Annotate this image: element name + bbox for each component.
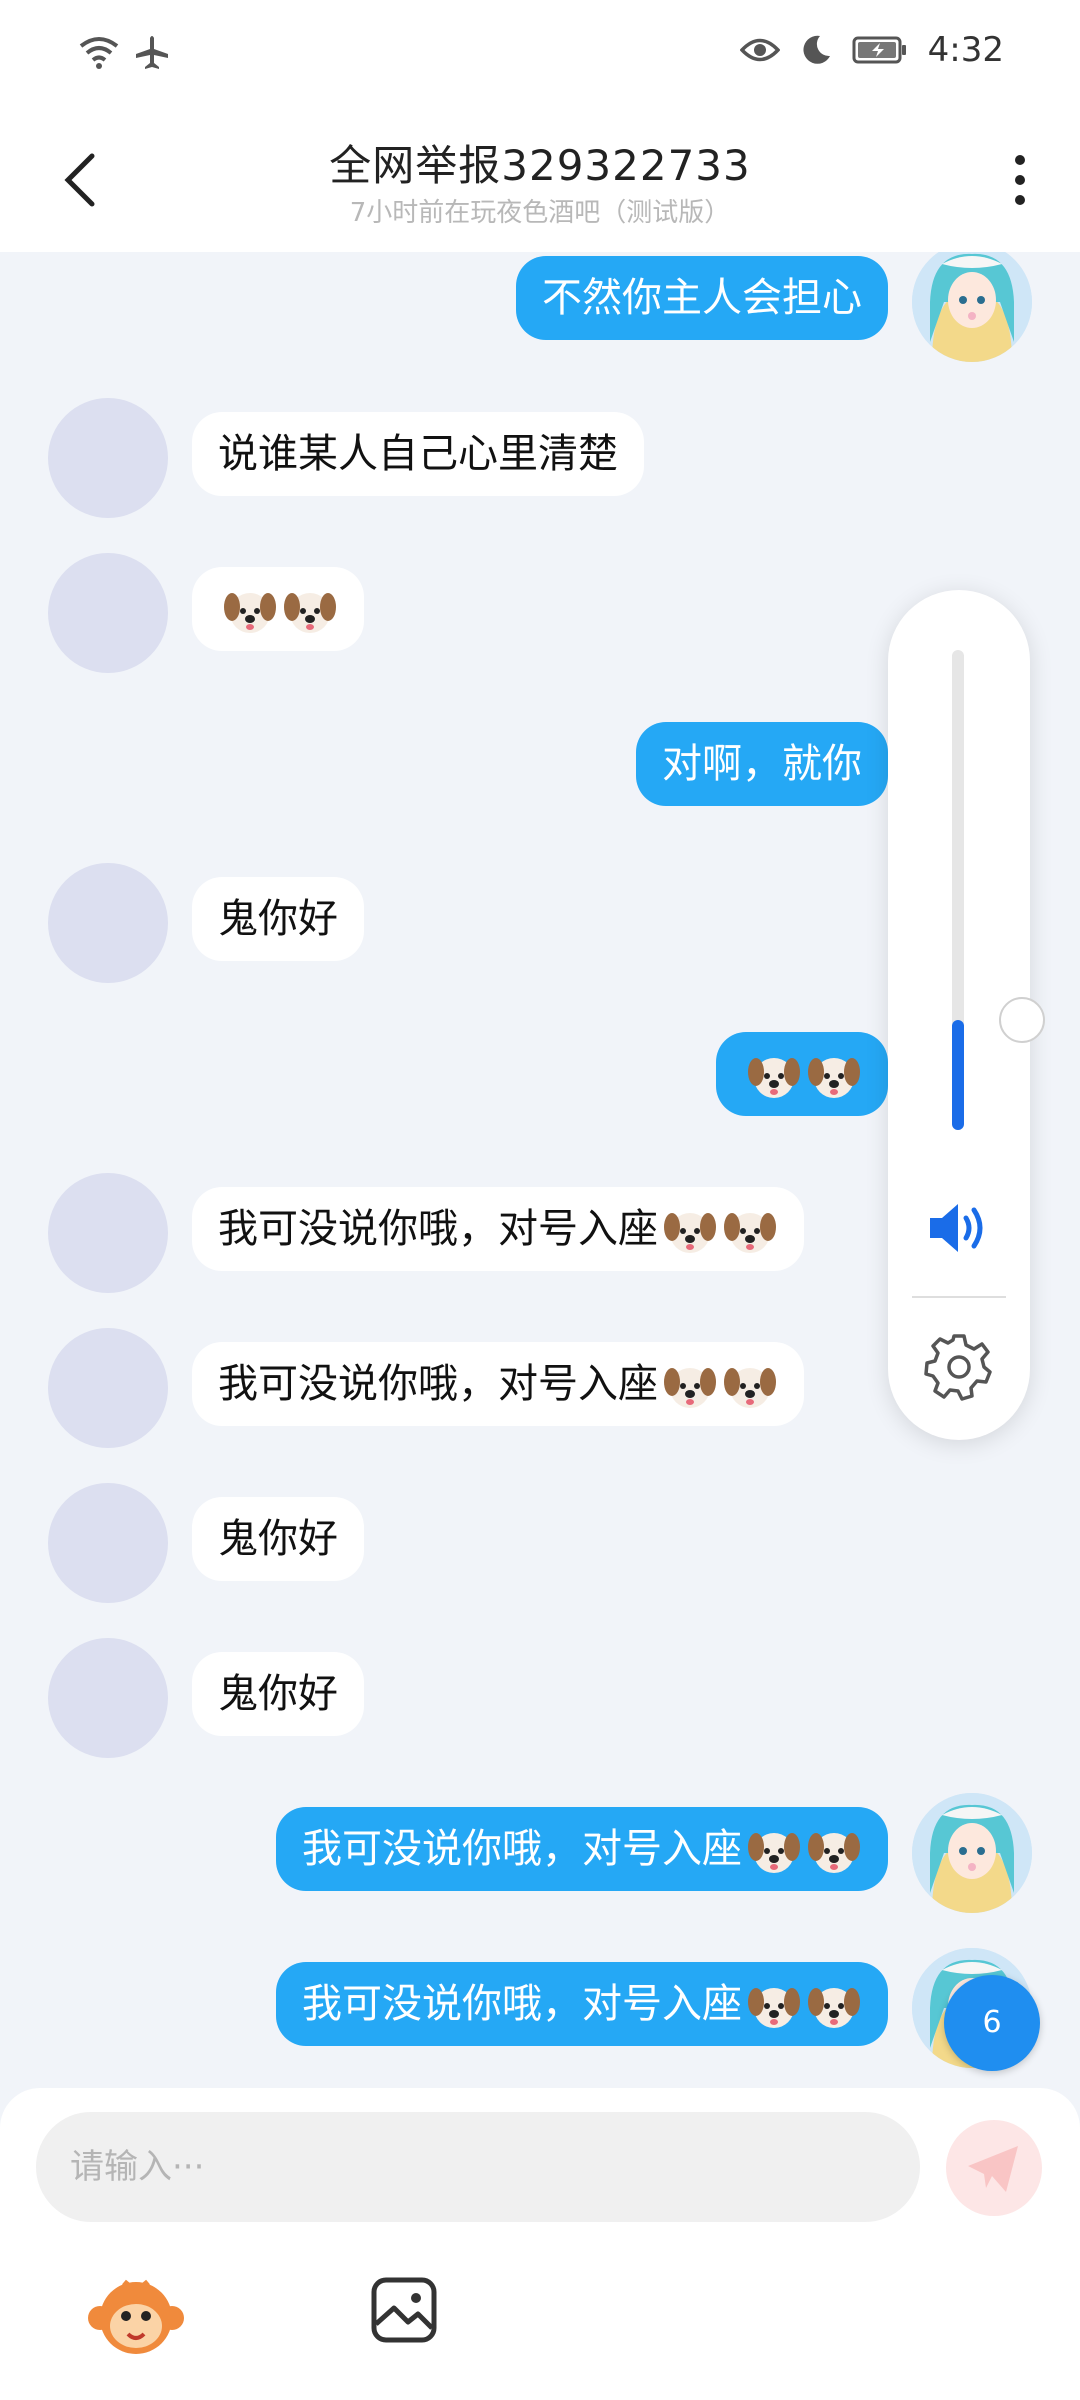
- page-title: 全网举报329322733: [329, 141, 751, 190]
- volume-slider[interactable]: [952, 650, 1045, 1130]
- message-bubble[interactable]: 鬼你好: [192, 877, 364, 961]
- message-bubble[interactable]: [716, 1032, 888, 1116]
- message-text: 我可没说你哦，对号入座: [302, 1826, 742, 1872]
- volume-fill: [952, 1020, 964, 1130]
- message-text: 鬼你好: [218, 1671, 338, 1717]
- message-input[interactable]: [36, 2112, 920, 2222]
- speaker-button[interactable]: [926, 1200, 992, 1256]
- status-right: 4:32: [739, 30, 1004, 70]
- message-text: 我可没说你哦，对号入座: [218, 1206, 658, 1252]
- volume-panel: [888, 590, 1045, 1440]
- anime-avatar-icon: [912, 252, 1032, 362]
- page-subtitle: 7小时前在玩夜色酒吧（测试版）: [349, 198, 731, 228]
- dog-face-emoji-icon: [724, 1213, 776, 1253]
- outgoing-message: 不然你主人会担心: [0, 252, 1080, 386]
- more-vertical-icon: [1015, 155, 1025, 205]
- message-bubble[interactable]: 对啊，就你: [636, 722, 888, 806]
- dog-face-emoji-icon: [808, 1988, 860, 2028]
- dog-face-emoji-icon: [748, 1058, 800, 1098]
- message-bubble[interactable]: 我可没说你哦，对号入座: [276, 1962, 888, 2046]
- status-bar: 4:32: [0, 0, 1080, 110]
- message-bubble[interactable]: 鬼你好: [192, 1652, 364, 1736]
- message-bubble[interactable]: 鬼你好: [192, 1497, 364, 1581]
- dog-face-emoji-icon: [748, 1833, 800, 1873]
- chat-header: 全网举报329322733 7小时前在玩夜色酒吧（测试版）: [0, 110, 1080, 252]
- avatar[interactable]: [48, 553, 168, 673]
- message-bubble[interactable]: 我可没说你哦，对号入座: [276, 1807, 888, 1891]
- airplane-icon: [136, 36, 168, 69]
- outgoing-message: 我可没说你哦，对号入座: [0, 1948, 1080, 2090]
- avatar[interactable]: [912, 252, 1032, 362]
- image-icon: [371, 2277, 437, 2343]
- composer: [0, 2088, 1080, 2400]
- battery-icon: [852, 36, 906, 64]
- message-bubble[interactable]: 不然你主人会担心: [516, 256, 888, 340]
- message-text: 我可没说你哦，对号入座: [302, 1981, 742, 2027]
- message-bubble[interactable]: 我可没说你哦，对号入座: [192, 1342, 804, 1426]
- dog-face-emoji-icon: [808, 1058, 860, 1098]
- dog-face-emoji-icon: [224, 593, 276, 633]
- gear-icon: [924, 1334, 992, 1401]
- send-button[interactable]: [946, 2120, 1042, 2216]
- avatar[interactable]: [912, 1793, 1032, 1913]
- incoming-message: 鬼你好: [0, 1638, 1080, 1782]
- message-text: 说谁某人自己心里清楚: [218, 431, 618, 477]
- speaker-icon: [930, 1204, 983, 1252]
- avatar[interactable]: [48, 863, 168, 983]
- message-text: 我可没说你哦，对号入座: [218, 1361, 658, 1407]
- outgoing-message: 我可没说你哦，对号入座: [0, 1793, 1080, 1937]
- eye-icon: [739, 38, 780, 62]
- dog-face-emoji-icon: [664, 1213, 716, 1253]
- volume-settings-button[interactable]: [924, 1332, 994, 1402]
- incoming-message: 说谁某人自己心里清楚: [0, 398, 1080, 542]
- message-bubble[interactable]: 说谁某人自己心里清楚: [192, 412, 644, 496]
- message-text: 不然你主人会担心: [542, 275, 862, 321]
- dog-face-emoji-icon: [284, 593, 336, 633]
- image-button[interactable]: [368, 2274, 440, 2346]
- message-text: 鬼你好: [218, 1516, 338, 1562]
- volume-divider: [912, 1296, 1006, 1298]
- more-button[interactable]: [1010, 150, 1050, 220]
- volume-thumb[interactable]: [999, 997, 1045, 1043]
- message-bubble[interactable]: [192, 567, 364, 651]
- unread-badge[interactable]: 6: [944, 1975, 1040, 2071]
- avatar[interactable]: [48, 1328, 168, 1448]
- incoming-message: 鬼你好: [0, 1483, 1080, 1627]
- wifi-icon: [79, 37, 119, 69]
- dog-face-emoji-icon: [724, 1368, 776, 1408]
- sticker-button[interactable]: [88, 2268, 184, 2364]
- message-bubble[interactable]: 我可没说你哦，对号入座: [192, 1187, 804, 1271]
- moon-icon: [803, 35, 830, 64]
- status-time: 4:32: [927, 30, 1004, 70]
- anime-avatar-icon: [912, 1793, 1032, 1913]
- avatar[interactable]: [48, 1638, 168, 1758]
- avatar[interactable]: [48, 398, 168, 518]
- avatar[interactable]: [48, 1173, 168, 1293]
- dog-face-emoji-icon: [664, 1368, 716, 1408]
- message-text: 对啊，就你: [662, 741, 862, 787]
- avatar[interactable]: [48, 1483, 168, 1603]
- send-icon: [968, 2146, 1018, 2192]
- message-text: 鬼你好: [218, 896, 338, 942]
- dog-face-emoji-icon: [748, 1988, 800, 2028]
- dog-face-emoji-icon: [808, 1833, 860, 1873]
- monkey-sticker-icon: [88, 2279, 184, 2354]
- status-left: [78, 34, 170, 70]
